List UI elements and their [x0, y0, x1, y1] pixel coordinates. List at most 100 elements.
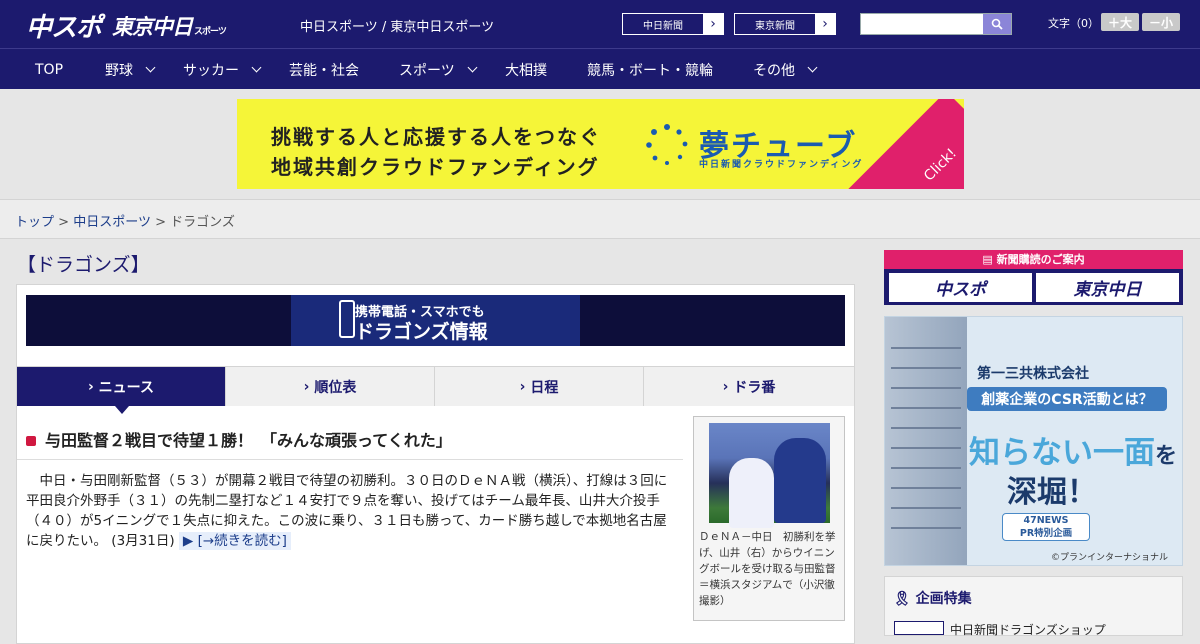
- nav-item-sumo[interactable]: 大相撲: [505, 49, 547, 90]
- nav-label: TOP: [35, 61, 64, 78]
- read-more-link[interactable]: ▶ [→続きを読む]: [178, 532, 291, 550]
- subscribe-box: ▤ 新聞購読のご案内 中スポ 東京中日: [884, 250, 1183, 305]
- tab-label: 順位表: [314, 379, 357, 396]
- nav-label: サッカー: [183, 62, 239, 79]
- search-icon: [991, 18, 1003, 30]
- article-body: 中日・与田剛新監督（５３）が開幕２戦目で待望の初勝利。３０日のＤｅＮＡ戦（横浜）…: [26, 471, 674, 551]
- subscribe-tokyo-button[interactable]: 東京中日: [1036, 273, 1179, 302]
- main-nav: TOP 野球 サッカー 芸能・社会 スポーツ 大相撲 競馬・ボート・競輪 その他: [0, 48, 1200, 89]
- article-date: (3月31日): [111, 533, 175, 549]
- banner-zone: 挑戦する人と応援する人をつなぐ 地域共創クラウドファンディング 夢チューブ 中日…: [0, 89, 1200, 199]
- ad-company: 第一三共株式会社: [977, 366, 1089, 382]
- ad-headline-2: 深堀！: [1007, 475, 1097, 510]
- tab-schedule[interactable]: › 日程: [435, 367, 644, 406]
- nav-item-sports[interactable]: スポーツ: [399, 49, 478, 90]
- phone-icon: [339, 300, 355, 338]
- photo-image: [709, 423, 830, 528]
- site-header: 中スポ 東京中日 スポーツ 中日スポーツ / 東京中日スポーツ 中日新聞 › 東京新…: [0, 0, 1200, 48]
- chevron-down-icon: [145, 62, 156, 73]
- photo-figure: [774, 438, 826, 523]
- tokyo-chunichi-logo[interactable]: 東京中日 スポーツ: [112, 11, 227, 41]
- subscribe-header: ▤ 新聞購読のご案内: [884, 250, 1183, 269]
- chevron-down-icon: [467, 62, 478, 73]
- page-title: 【ドラゴンズ】: [17, 254, 150, 276]
- subscribe-chuspo-button[interactable]: 中スポ: [889, 273, 1032, 302]
- site-title: 中日スポーツ / 東京中日スポーツ: [300, 20, 495, 35]
- main-area: 【ドラゴンズ】 携帯電話・スマホでも ドラゴンズ情報 › ニュース › 順位表 …: [0, 240, 1200, 644]
- feature-thumb: [894, 621, 944, 635]
- divider: [17, 459, 683, 460]
- nav-label: その他: [753, 62, 795, 79]
- tab-news[interactable]: › ニュース: [17, 367, 226, 414]
- tab-doraban[interactable]: › ドラ番: [644, 367, 854, 406]
- content-panel: 携帯電話・スマホでも ドラゴンズ情報 › ニュース › 順位表 › 日程 › ド…: [16, 284, 855, 644]
- search-button[interactable]: [983, 14, 1011, 34]
- chevron-right-icon: ›: [703, 14, 723, 34]
- banner-brand-sub: 中日新聞クラウドファンディング: [699, 160, 864, 170]
- nav-item-top[interactable]: TOP: [35, 49, 63, 90]
- headline-bullet-icon: [26, 436, 36, 446]
- nav-item-baseball[interactable]: 野球: [105, 49, 156, 90]
- font-size-label: 文字（0）: [1048, 17, 1099, 30]
- chevron-right-icon: ›: [88, 378, 99, 395]
- breadcrumb-chuspo[interactable]: 中日スポーツ: [73, 215, 151, 230]
- link-label: 東京新聞: [755, 20, 795, 32]
- tab-label: ドラ番: [733, 379, 776, 396]
- tokyo-logo-suffix: スポーツ: [194, 27, 227, 37]
- nav-item-entertainment[interactable]: 芸能・社会: [289, 49, 359, 90]
- feature-item-label: 中日新聞ドラゴンズショップ: [950, 623, 1106, 637]
- mobile-banner-line-2: ドラゴンズ情報: [355, 321, 488, 343]
- ad-badge-line-1: 47NEWS: [1023, 515, 1069, 526]
- nav-item-soccer[interactable]: サッカー: [183, 49, 262, 90]
- tab-label: ニュース: [98, 379, 154, 396]
- chevron-right-icon: ›: [815, 14, 835, 34]
- font-smaller-button[interactable]: －小: [1142, 13, 1180, 31]
- ad-headline-1-suffix: を: [1155, 444, 1178, 469]
- tab-bar: › ニュース › 順位表 › 日程 › ドラ番: [17, 366, 854, 414]
- nav-item-racing[interactable]: 競馬・ボート・競輪: [587, 49, 713, 90]
- chevron-right-icon: ›: [519, 378, 531, 395]
- photo-figure: [729, 458, 774, 528]
- feature-box: 🎗 企画特集 中日新聞ドラゴンズショップ: [884, 576, 1183, 637]
- ad-badge: 47NEWS PR特別企画: [1002, 513, 1090, 541]
- breadcrumb-top[interactable]: トップ: [15, 215, 54, 230]
- mobile-banner[interactable]: 携帯電話・スマホでも ドラゴンズ情報: [26, 295, 845, 346]
- headline-text: 与田監督２戦目で待望１勝！ 「みんな頑張ってくれた」: [45, 431, 452, 450]
- ad-headline-1: 知らない一面を: [969, 427, 1177, 472]
- crowdfunding-banner[interactable]: 挑戦する人と応援する人をつなぐ 地域共創クラウドファンディング 夢チューブ 中日…: [237, 99, 964, 189]
- article-photo[interactable]: ＤｅＮＡ－中日 初勝利を挙げ、山井（右）からウイニングボールを受け取る与田監督＝…: [693, 416, 845, 621]
- nav-label: 競馬・ボート・競輪: [587, 62, 713, 79]
- banner-line-1: 挑戦する人と応援する人をつなぐ: [271, 125, 601, 149]
- dots-ring-icon: [646, 124, 688, 165]
- tab-standings[interactable]: › 順位表: [226, 367, 435, 406]
- play-icon: ▶: [182, 533, 194, 549]
- link-label: 中日新聞: [643, 20, 683, 32]
- font-larger-button[interactable]: ＋大: [1101, 13, 1139, 31]
- building-image: [885, 317, 967, 565]
- chevron-down-icon: [251, 62, 262, 73]
- nav-label: 芸能・社会: [289, 62, 359, 79]
- nav-label: 大相撲: [505, 62, 547, 79]
- search-input[interactable]: [860, 13, 1012, 35]
- feature-title: 🎗 企画特集: [893, 588, 972, 608]
- chevron-right-icon: ›: [303, 378, 315, 395]
- tab-label: 日程: [530, 379, 559, 396]
- article-headline[interactable]: 与田監督２戦目で待望１勝！ 「みんな頑張ってくれた」: [26, 427, 452, 451]
- breadcrumb-sep: >: [155, 215, 166, 230]
- tokyo-shimbun-link[interactable]: 東京新聞 ›: [734, 13, 836, 35]
- chevron-right-icon: ›: [722, 378, 734, 395]
- feature-title-label: 企画特集: [915, 591, 972, 607]
- ad-copyright: ©プランインターナショナル: [1051, 553, 1169, 563]
- nav-item-other[interactable]: その他: [753, 49, 818, 90]
- mobile-banner-inner: 携帯電話・スマホでも ドラゴンズ情報: [291, 295, 580, 346]
- photo-caption: ＤｅＮＡ－中日 初勝利を挙げ、山井（右）からウイニングボールを受け取る与田監督＝…: [699, 531, 836, 607]
- tokyo-logo-text: 東京中日: [112, 15, 193, 39]
- newspaper-icon: ▤: [982, 253, 997, 266]
- chunichi-shimbun-link[interactable]: 中日新聞 ›: [622, 13, 724, 35]
- nav-label: スポーツ: [399, 62, 455, 79]
- banner-line-2: 地域共創クラウドファンディング: [271, 155, 600, 179]
- ribbon-icon: 🎗: [893, 591, 916, 607]
- chuspo-logo[interactable]: 中スポ: [26, 7, 102, 44]
- sidebar-ad[interactable]: 第一三共株式会社 創薬企業のCSR活動とは？ 知らない一面を 深堀！ 47NEW…: [884, 316, 1183, 566]
- nav-label: 野球: [105, 62, 133, 79]
